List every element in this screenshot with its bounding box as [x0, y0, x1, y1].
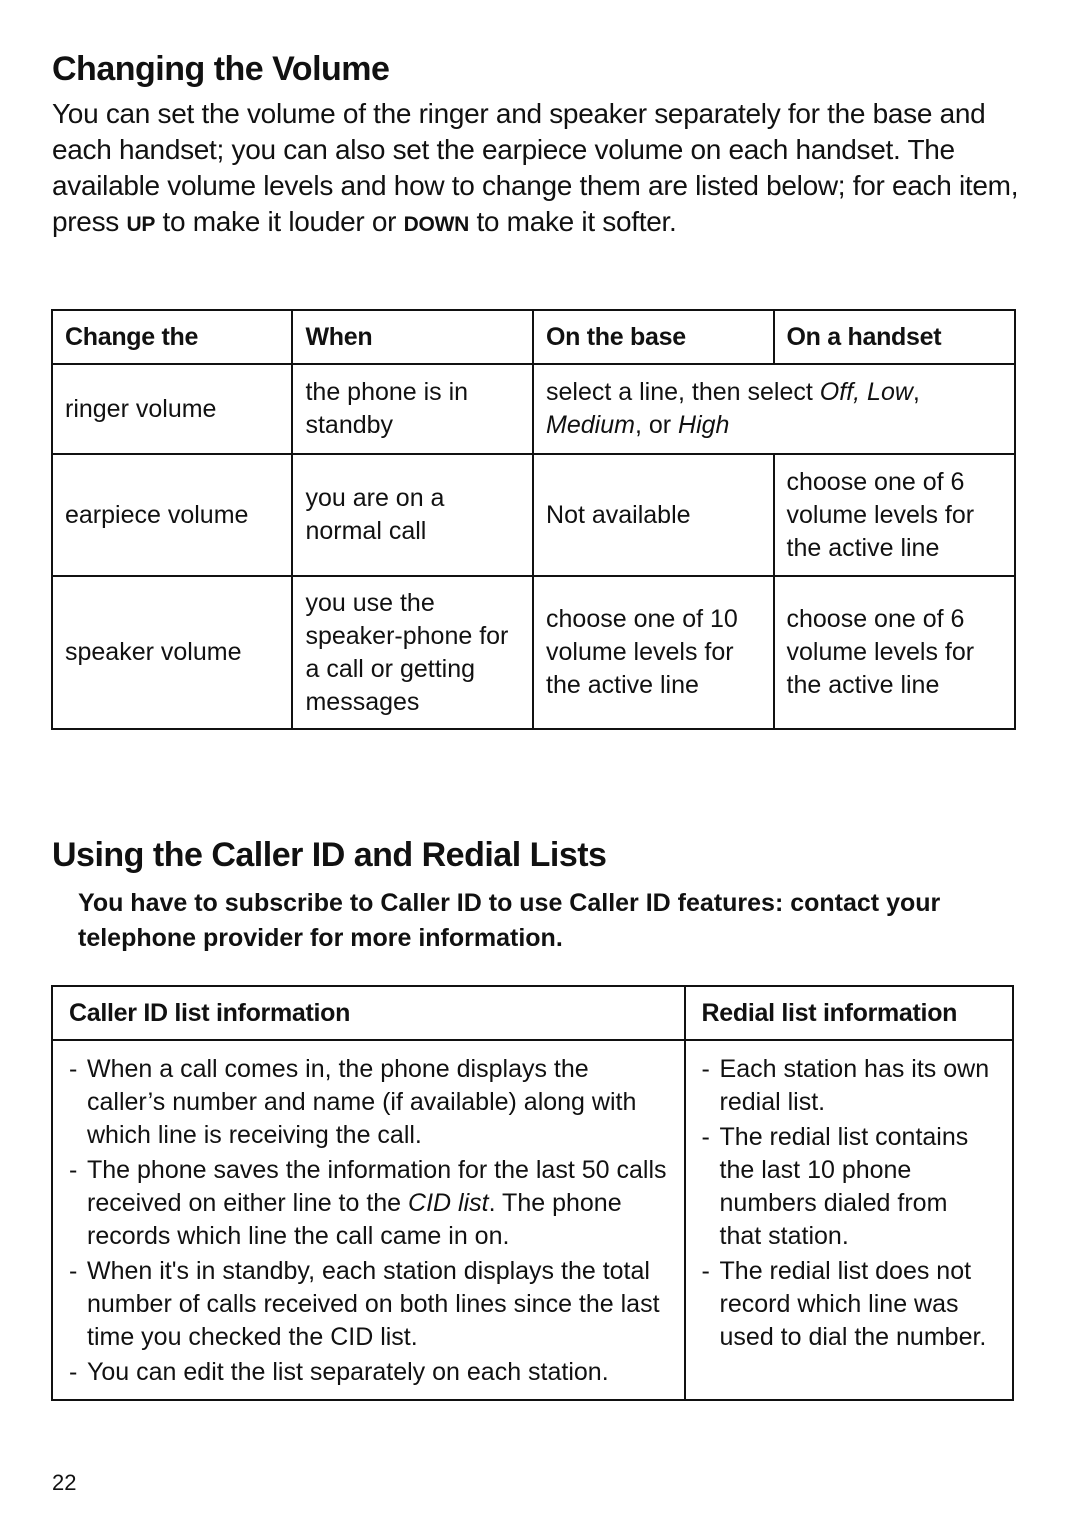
- separator: ,: [912, 378, 920, 406]
- cell-text: select a line, then select: [546, 378, 820, 406]
- cell-when: the phone is in standby: [291, 363, 535, 455]
- intro-text: to make it louder or: [155, 206, 404, 237]
- cell-base: Not available: [532, 453, 775, 577]
- down-key-label: DOWN: [403, 213, 470, 236]
- list-item: The redial list contains the last 10 pho…: [702, 1121, 996, 1253]
- redial-list: Each station has its own redial list. Th…: [702, 1053, 996, 1354]
- table-row-ringer: ringer volume the phone is in standby se…: [50, 363, 1016, 455]
- option-low: Low: [867, 378, 913, 406]
- header-on-a-handset: On a handset: [772, 309, 1016, 365]
- separator: ,: [853, 378, 868, 406]
- volume-table: Change the When On the base On a handset…: [50, 309, 1016, 730]
- table-header-row: Change the When On the base On a handset: [50, 309, 1016, 365]
- cell-base: choose one of 10 volume levels for the a…: [532, 575, 775, 730]
- table-row-speaker: speaker volume you use the speaker-phone…: [50, 575, 1016, 730]
- list-item: When it's in standby, each station displ…: [69, 1255, 668, 1354]
- section-title-volume: Changing the Volume: [52, 50, 390, 88]
- cid-list-term: CID list: [408, 1189, 489, 1217]
- cell-base-and-handset: select a line, then select Off, Low, Med…: [532, 363, 1016, 455]
- cell-item: ringer volume: [50, 363, 294, 455]
- header-on-the-base: On the base: [532, 309, 775, 365]
- header-change-the: Change the: [50, 309, 294, 365]
- header-redial-list: Redial list information: [683, 985, 1015, 1041]
- cell-when: you use the speaker-phone for a call or …: [291, 575, 535, 730]
- caller-id-subscription-note: You have to subscribe to Caller ID to us…: [78, 889, 941, 952]
- list-item: Each station has its own redial list.: [702, 1053, 996, 1119]
- up-key-label: UP: [126, 213, 156, 236]
- list-item: When a call comes in, the phone displays…: [69, 1053, 668, 1152]
- header-when: When: [291, 309, 535, 365]
- volume-intro-paragraph: You can set the volume of the ringer and…: [52, 96, 1042, 243]
- caller-id-list: When a call comes in, the phone displays…: [69, 1053, 668, 1389]
- section-title-caller-id: Using the Caller ID and Redial Lists: [52, 836, 607, 874]
- intro-text: to make it softer.: [468, 206, 677, 237]
- cell-handset: choose one of 6 volume levels for the ac…: [772, 575, 1016, 730]
- table-row: When a call comes in, the phone displays…: [51, 1039, 1015, 1401]
- separator: , or: [634, 411, 679, 439]
- list-item: You can edit the list separately on each…: [69, 1356, 668, 1389]
- option-high: High: [678, 411, 730, 439]
- cell-when: you are on a normal call: [291, 453, 535, 577]
- header-caller-id-list: Caller ID list information: [51, 985, 686, 1041]
- option-off: Off: [819, 378, 854, 406]
- cell-redial-info: Each station has its own redial list. Th…: [683, 1039, 1015, 1401]
- table-header-row: Caller ID list information Redial list i…: [51, 985, 1015, 1041]
- cell-item: earpiece volume: [50, 453, 294, 577]
- caller-id-redial-table: Caller ID list information Redial list i…: [51, 985, 1015, 1401]
- page-number: 22: [52, 1470, 77, 1495]
- list-item: The phone saves the information for the …: [69, 1154, 668, 1253]
- cell-handset: choose one of 6 volume levels for the ac…: [772, 453, 1016, 577]
- cell-caller-id-info: When a call comes in, the phone displays…: [51, 1039, 686, 1401]
- list-item: The redial list does not record which li…: [702, 1255, 996, 1354]
- table-row-earpiece: earpiece volume you are on a normal call…: [50, 453, 1016, 577]
- option-medium: Medium: [546, 411, 635, 439]
- cell-item: speaker volume: [50, 575, 294, 730]
